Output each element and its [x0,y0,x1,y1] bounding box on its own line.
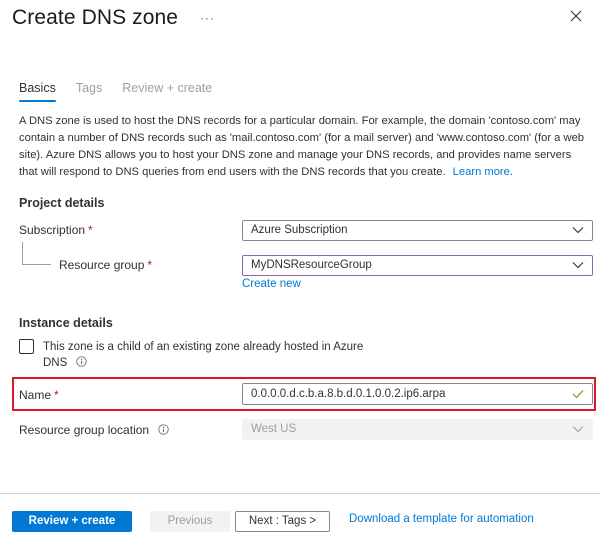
chevron-down-icon [572,227,584,234]
tab-tags[interactable]: Tags [76,79,102,103]
footer-divider [0,493,600,494]
resource-group-label: Resource group * [59,257,152,273]
name-input[interactable] [243,384,592,404]
required-marker: * [54,388,59,402]
previous-button: Previous [150,511,230,532]
resource-group-label-text: Resource group [59,258,145,272]
subscription-dropdown[interactable]: Azure Subscription [242,220,593,241]
subscription-value: Azure Subscription [251,224,348,236]
tree-connector-vertical [22,242,23,264]
tree-connector-horizontal [22,264,51,265]
resource-group-value: MyDNSResourceGroup [251,259,372,271]
chevron-down-icon [572,426,584,433]
learn-more-link[interactable]: Learn more. [453,166,513,178]
required-marker: * [147,258,153,272]
chevron-down-icon [572,262,584,269]
location-value: West US [251,423,297,435]
subscription-label-text: Subscription [19,223,86,237]
create-new-resource-group-link[interactable]: Create new [242,278,301,290]
name-label: Name * [19,387,59,403]
subscription-label: Subscription * [19,222,93,238]
resource-group-dropdown[interactable]: MyDNSResourceGroup [242,255,593,276]
tab-basics[interactable]: Basics [19,79,56,103]
location-dropdown: West US [242,419,593,440]
project-details-heading: Project details [19,196,105,210]
required-marker: * [88,223,93,237]
child-zone-checkbox-label: This zone is a child of an existing zone… [43,339,373,371]
blade-header: Create DNS zone ··· [12,4,588,34]
instance-details-heading: Instance details [19,316,113,330]
info-icon[interactable] [76,356,88,367]
next-tags-button[interactable]: Next : Tags > [235,511,330,532]
more-options-button[interactable]: ··· [200,8,215,28]
review-create-button[interactable]: Review + create [12,511,132,532]
info-icon[interactable] [158,424,170,435]
description: A DNS zone is used to host the DNS recor… [19,113,589,181]
close-icon [570,10,582,22]
close-button[interactable] [566,6,586,26]
name-field[interactable] [242,383,593,405]
child-zone-label-text: This zone is a child of an existing zone… [43,341,364,369]
checkmark-icon [572,390,584,399]
tab-review-create[interactable]: Review + create [122,79,212,103]
name-label-text: Name [19,388,52,402]
child-zone-checkbox[interactable] [19,339,34,354]
wizard-tabs: Basics Tags Review + create [19,79,232,103]
location-label-text: Resource group location [19,423,150,437]
location-label: Resource group location [19,422,170,438]
download-template-link[interactable]: Download a template for automation [349,513,534,525]
page-title: Create DNS zone [12,6,179,29]
